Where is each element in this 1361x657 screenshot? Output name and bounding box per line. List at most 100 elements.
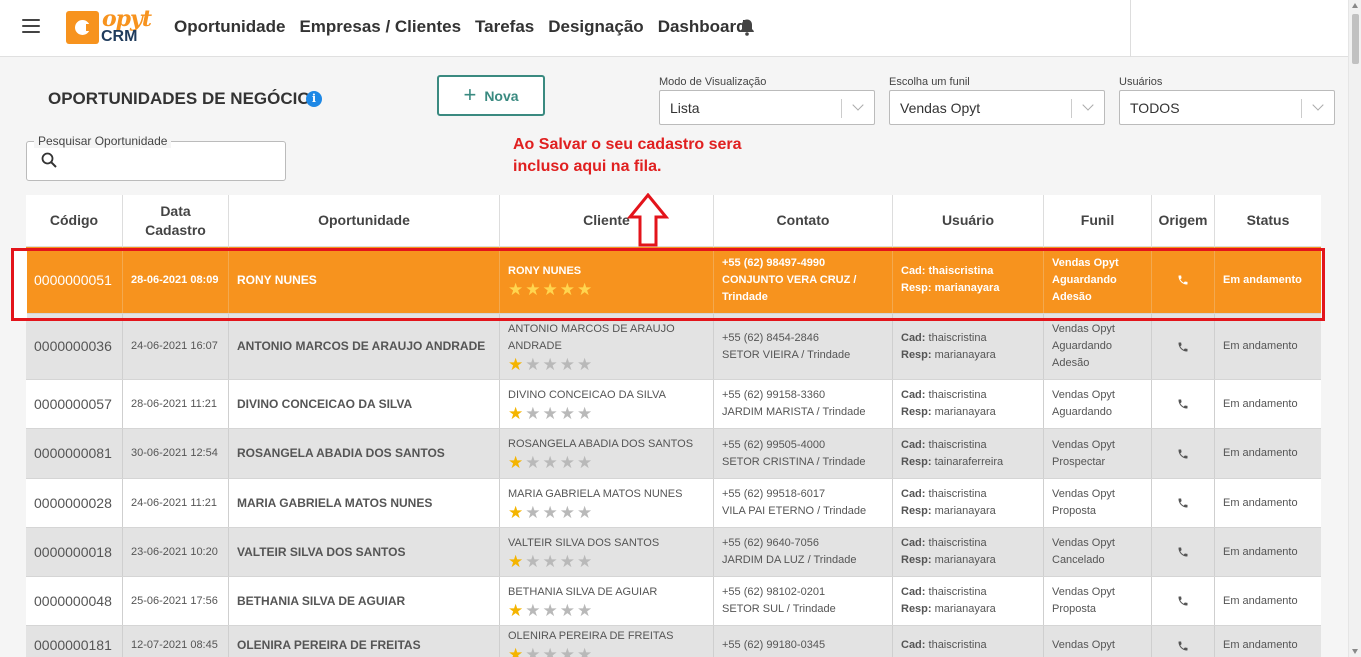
- star-icon[interactable]: ★: [577, 646, 592, 657]
- table-row[interactable]: 0000000057 28-06-2021 11:21 DIVINO CONCEIC…: [26, 380, 1321, 429]
- rating-stars[interactable]: ★ ★ ★ ★ ★: [508, 281, 705, 298]
- nav-item-empresas-clientes[interactable]: Empresas / Clientes: [299, 17, 461, 37]
- info-icon[interactable]: i: [306, 91, 322, 107]
- star-icon[interactable]: ★: [508, 405, 523, 422]
- header-usuario[interactable]: Usuário: [893, 195, 1044, 246]
- scroll-up-icon[interactable]: [1352, 3, 1358, 8]
- app-logo[interactable]: opyt CRM: [66, 6, 152, 47]
- star-icon[interactable]: ★: [508, 356, 523, 373]
- cell-oportunidade[interactable]: DIVINO CONCEICAO DA SILVA: [229, 380, 500, 428]
- star-icon[interactable]: ★: [577, 405, 592, 422]
- header-oportunidade[interactable]: Oportunidade: [229, 195, 500, 246]
- status-badge: Em andamento: [1223, 594, 1298, 607]
- search-icon[interactable]: [41, 152, 57, 168]
- nav-item-tarefas[interactable]: Tarefas: [475, 17, 534, 37]
- star-icon[interactable]: ★: [543, 504, 558, 521]
- star-icon[interactable]: ★: [508, 646, 523, 657]
- menu-icon[interactable]: [22, 19, 40, 35]
- rating-stars[interactable]: ★ ★ ★ ★ ★: [508, 504, 705, 521]
- table-row[interactable]: 0000000081 30-06-2021 12:54 ROSANGELA ABAD…: [26, 429, 1321, 479]
- star-icon[interactable]: ★: [508, 553, 523, 570]
- cell-oportunidade[interactable]: RONY NUNES: [229, 247, 500, 313]
- header-status[interactable]: Status: [1215, 195, 1321, 246]
- cell-data: 24-06-2021 16:07: [123, 314, 229, 379]
- table-row[interactable]: 0000000051 28-06-2021 08:09 RONY NUNES RONY…: [26, 247, 1321, 314]
- table-row[interactable]: 0000000181 12-07-2021 08:45 OLENIRA PEREIR…: [26, 626, 1321, 657]
- table-row[interactable]: 0000000018 23-06-2021 10:20 VALTEIR SILVA …: [26, 528, 1321, 577]
- star-icon[interactable]: ★: [577, 553, 592, 570]
- star-icon[interactable]: ★: [543, 553, 558, 570]
- star-icon[interactable]: ★: [525, 602, 540, 619]
- rating-stars[interactable]: ★ ★ ★ ★ ★: [508, 356, 705, 373]
- star-icon[interactable]: ★: [525, 553, 540, 570]
- rating-stars[interactable]: ★ ★ ★ ★ ★: [508, 602, 705, 619]
- star-icon[interactable]: ★: [560, 553, 575, 570]
- cell-origem: [1152, 577, 1215, 625]
- star-icon[interactable]: ★: [543, 454, 558, 471]
- rating-stars[interactable]: ★ ★ ★ ★ ★: [508, 646, 705, 657]
- table-row[interactable]: 0000000036 24-06-2021 16:07 ANTONIO MARCOS…: [26, 314, 1321, 380]
- star-icon[interactable]: ★: [560, 646, 575, 657]
- header-data-cadastro[interactable]: Data Cadastro: [123, 195, 229, 246]
- table-row[interactable]: 0000000048 25-06-2021 17:56 BETHANIA SILVA…: [26, 577, 1321, 626]
- cell-oportunidade[interactable]: MARIA GABRIELA MATOS NUNES: [229, 479, 500, 527]
- nav-item-designacao[interactable]: Designação: [548, 17, 643, 37]
- star-icon[interactable]: ★: [577, 602, 592, 619]
- star-icon[interactable]: ★: [543, 602, 558, 619]
- star-icon[interactable]: ★: [525, 504, 540, 521]
- star-icon[interactable]: ★: [560, 602, 575, 619]
- rating-stars[interactable]: ★ ★ ★ ★ ★: [508, 553, 705, 570]
- cell-oportunidade[interactable]: ANTONIO MARCOS DE ARAUJO ANDRADE: [229, 314, 500, 379]
- scrollbar-thumb[interactable]: [1352, 14, 1359, 64]
- star-icon[interactable]: ★: [577, 454, 592, 471]
- star-icon[interactable]: ★: [543, 405, 558, 422]
- star-icon[interactable]: ★: [525, 281, 540, 298]
- header-codigo[interactable]: Código: [26, 195, 123, 246]
- row-funnel: Vendas Opyt: [1052, 438, 1115, 451]
- header-funil[interactable]: Funil: [1044, 195, 1152, 246]
- cell-oportunidade[interactable]: VALTEIR SILVA DOS SANTOS: [229, 528, 500, 576]
- star-icon[interactable]: ★: [577, 356, 592, 373]
- nav-item-dashboard[interactable]: Dashboard: [658, 17, 747, 37]
- star-icon[interactable]: ★: [543, 646, 558, 657]
- star-icon[interactable]: ★: [543, 281, 558, 298]
- star-icon[interactable]: ★: [508, 281, 523, 298]
- header-contato[interactable]: Contato: [714, 195, 893, 246]
- users-dropdown[interactable]: TODOS: [1119, 90, 1335, 125]
- star-icon[interactable]: ★: [560, 454, 575, 471]
- header-origem[interactable]: Origem: [1152, 195, 1215, 246]
- row-opportunity: OLENIRA PEREIRA DE FREITAS: [237, 638, 421, 652]
- star-icon[interactable]: ★: [525, 454, 540, 471]
- row-client: ANTONIO MARCOS DE ARAUJO ANDRADE: [508, 322, 675, 352]
- rating-stars[interactable]: ★ ★ ★ ★ ★: [508, 454, 705, 471]
- star-icon[interactable]: ★: [577, 281, 592, 298]
- star-icon[interactable]: ★: [525, 646, 540, 657]
- star-icon[interactable]: ★: [508, 454, 523, 471]
- row-funnel: Vendas Opyt: [1052, 488, 1115, 500]
- bell-icon[interactable]: [739, 18, 755, 36]
- row-cad-user: Cad: thaiscristina: [901, 637, 1035, 654]
- cell-oportunidade[interactable]: BETHANIA SILVA DE AGUIAR: [229, 577, 500, 625]
- table-row[interactable]: 0000000028 24-06-2021 11:21 MARIA GABRIELA…: [26, 479, 1321, 528]
- star-icon[interactable]: ★: [577, 504, 592, 521]
- phone-icon: [1178, 449, 1188, 458]
- cell-oportunidade[interactable]: OLENIRA PEREIRA DE FREITAS: [229, 626, 500, 657]
- star-icon[interactable]: ★: [508, 504, 523, 521]
- star-icon[interactable]: ★: [543, 356, 558, 373]
- new-opportunity-button[interactable]: + Nova: [437, 75, 545, 116]
- rating-stars[interactable]: ★ ★ ★ ★ ★: [508, 405, 705, 422]
- star-icon[interactable]: ★: [560, 504, 575, 521]
- funnel-dropdown[interactable]: Vendas Opyt: [889, 90, 1105, 125]
- star-icon[interactable]: ★: [560, 356, 575, 373]
- vertical-scrollbar[interactable]: [1348, 0, 1361, 657]
- star-icon[interactable]: ★: [508, 602, 523, 619]
- star-icon[interactable]: ★: [560, 281, 575, 298]
- header-cliente[interactable]: Cliente: [500, 195, 714, 246]
- star-icon[interactable]: ★: [525, 356, 540, 373]
- cell-oportunidade[interactable]: ROSANGELA ABADIA DOS SANTOS: [229, 429, 500, 478]
- scroll-down-icon[interactable]: [1352, 649, 1358, 654]
- nav-item-oportunidade[interactable]: Oportunidade: [174, 17, 285, 37]
- view-mode-dropdown[interactable]: Lista: [659, 90, 875, 125]
- star-icon[interactable]: ★: [560, 405, 575, 422]
- star-icon[interactable]: ★: [525, 405, 540, 422]
